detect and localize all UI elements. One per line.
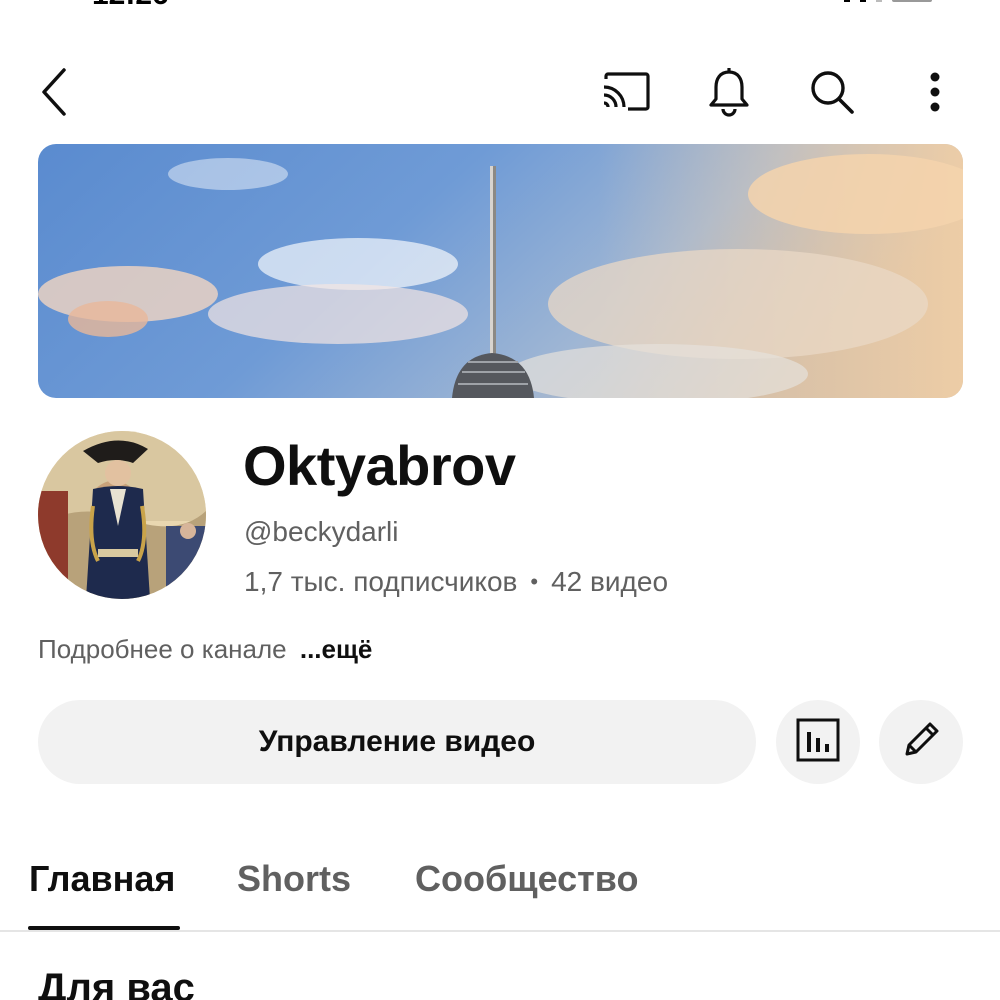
status-time: 12:26 xyxy=(92,0,169,10)
analytics-button[interactable] xyxy=(776,700,860,784)
about-more-link[interactable]: ...ещё xyxy=(300,634,373,664)
bell-icon[interactable] xyxy=(699,60,759,124)
tab-home[interactable]: Главная xyxy=(29,858,175,900)
signal-icon xyxy=(844,0,850,2)
manage-videos-button[interactable]: Управление видео xyxy=(38,700,756,784)
analytics-icon xyxy=(796,718,840,767)
battery-icon xyxy=(892,0,932,2)
video-count: 42 видео xyxy=(551,566,669,597)
tab-community[interactable]: Сообщество xyxy=(415,858,638,900)
channel-tabs: Главная Shorts Сообщество xyxy=(0,840,1000,932)
status-bar: 12:26 xyxy=(0,0,1000,10)
subscriber-count: 1,7 тыс. подписчиков xyxy=(244,566,518,597)
edit-pencil-icon xyxy=(899,718,943,767)
signal-icon xyxy=(860,0,866,2)
section-title: Для вас xyxy=(38,966,195,1000)
channel-banner xyxy=(38,144,963,398)
edit-channel-button[interactable] xyxy=(879,700,963,784)
channel-handle: @beckydarli xyxy=(244,516,399,547)
active-tab-indicator xyxy=(28,926,180,930)
avatar[interactable] xyxy=(38,431,206,599)
channel-title: Oktyabrov xyxy=(243,434,516,497)
manage-videos-label: Управление видео xyxy=(258,725,536,758)
about-channel-text: Подробнее о канале xyxy=(38,634,287,664)
more-vert-icon[interactable] xyxy=(905,60,965,124)
cast-icon[interactable] xyxy=(596,60,656,124)
status-indicators xyxy=(844,0,932,2)
channel-stats: 1,7 тыс. подписчиков • 42 видео xyxy=(244,566,668,598)
top-app-bar xyxy=(0,60,1000,124)
tab-shorts[interactable]: Shorts xyxy=(237,858,351,900)
search-icon[interactable] xyxy=(802,60,862,124)
back-arrow-icon[interactable] xyxy=(26,60,86,124)
separator-dot: • xyxy=(530,569,539,594)
signal-icon xyxy=(876,0,882,2)
about-channel-link[interactable]: Подробнее о канале ...ещё xyxy=(38,634,372,665)
